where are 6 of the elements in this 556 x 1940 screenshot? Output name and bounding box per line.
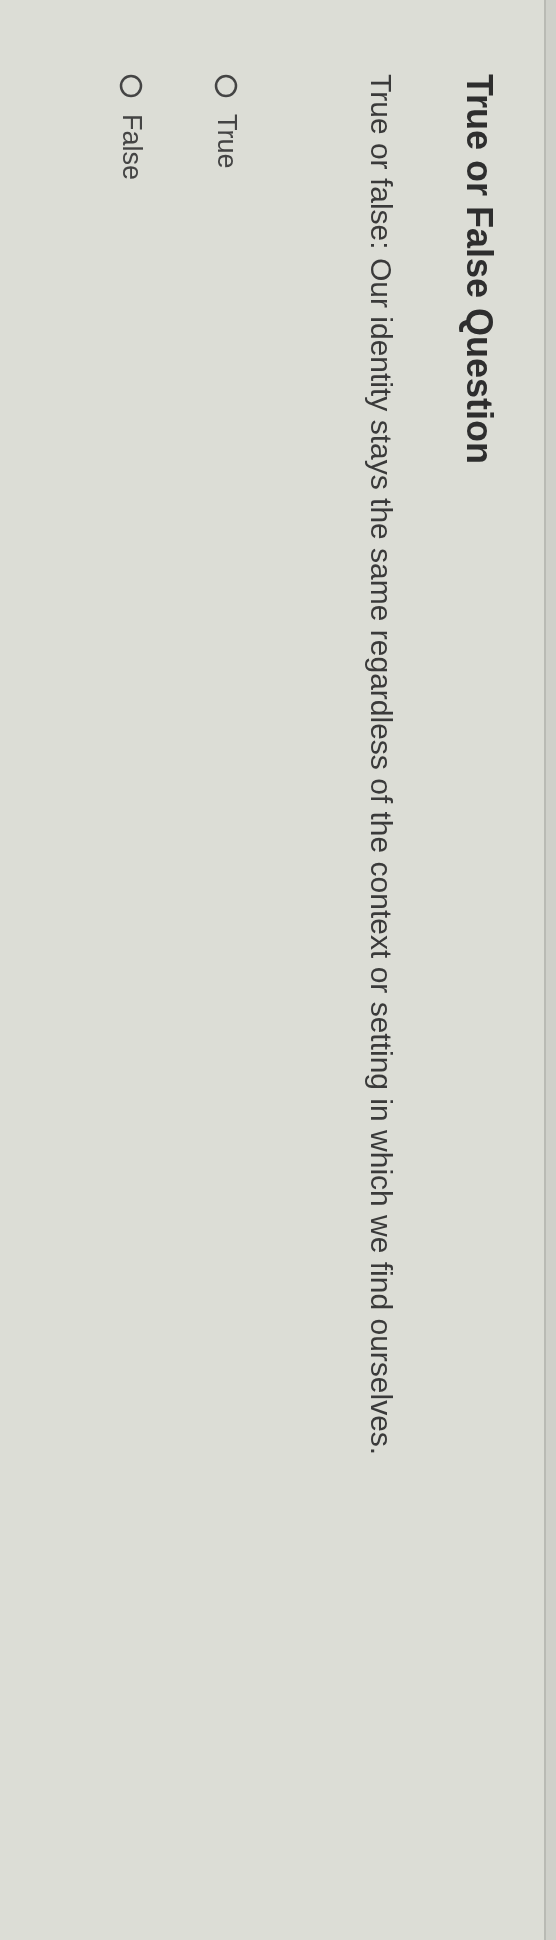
radio-button[interactable] [119,74,144,98]
question-title: True or False Question [458,74,500,465]
option-label[interactable]: False [116,114,147,181]
radio-button[interactable] [214,74,239,98]
question-text: True or false: Our identity stays the same regardless of the context or setting in which we find ourselves. [364,74,398,1456]
option-label[interactable]: True [211,114,242,169]
